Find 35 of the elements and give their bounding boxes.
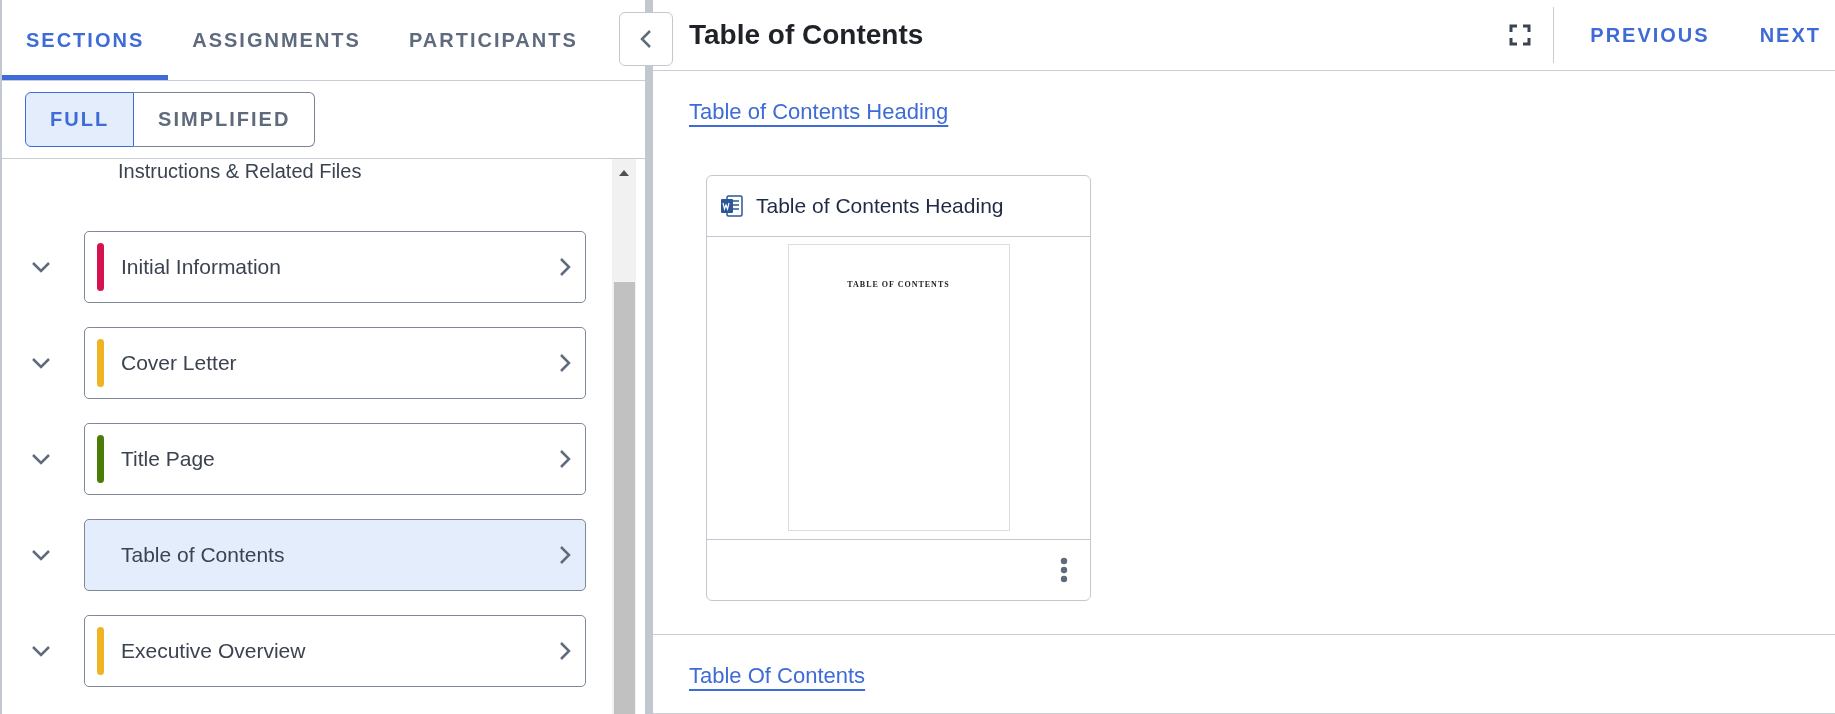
- section-item[interactable]: Title Page: [84, 423, 586, 495]
- chevron-down-icon[interactable]: [30, 260, 52, 274]
- chevron-right-icon: [559, 257, 571, 277]
- word-document-icon: [720, 194, 744, 218]
- file-name: Table of Contents Heading: [756, 194, 1004, 218]
- section-link[interactable]: Table of Contents Heading: [689, 99, 949, 125]
- scroll-up-icon[interactable]: [618, 169, 630, 177]
- more-options-icon[interactable]: [1060, 557, 1068, 583]
- chevron-right-icon: [559, 449, 571, 469]
- tab[interactable]: PARTICIPANTS: [384, 0, 602, 80]
- file-card[interactable]: Table of Contents Heading TABLE OF CONTENTS: [706, 175, 1091, 601]
- view-toggle-button[interactable]: FULL: [25, 92, 135, 147]
- chevron-down-icon[interactable]: [30, 548, 52, 562]
- chevron-down-icon[interactable]: [30, 452, 52, 466]
- next-button[interactable]: NEXT: [1723, 23, 1835, 47]
- section-link[interactable]: Table Of Contents: [689, 663, 866, 689]
- view-toggle-button[interactable]: SIMPLIFIED: [134, 92, 316, 147]
- chevron-right-icon: [559, 641, 571, 661]
- section-item[interactable]: Cover Letter: [84, 327, 586, 399]
- section-item[interactable]: Executive Overview: [84, 615, 586, 687]
- previous-button[interactable]: PREVIOUS: [1554, 23, 1724, 47]
- scrollbar-thumb[interactable]: [613, 282, 635, 714]
- chevron-left-icon: [640, 29, 652, 49]
- section-group-title: Instructions & Related Files: [118, 159, 363, 183]
- chevron-down-icon[interactable]: [30, 644, 52, 658]
- page-title: Table of Contents: [689, 19, 925, 51]
- section-item[interactable]: Table of Contents: [84, 519, 586, 591]
- chevron-down-icon[interactable]: [30, 356, 52, 370]
- tab[interactable]: ASSIGNMENTS: [168, 0, 385, 80]
- section-item[interactable]: Initial Information: [84, 231, 586, 303]
- scrollbar[interactable]: [612, 159, 636, 714]
- tab[interactable]: SECTIONS: [2, 0, 169, 80]
- chevron-right-icon: [559, 545, 571, 565]
- preview-heading: TABLE OF CONTENTS: [847, 280, 950, 291]
- chevron-right-icon: [559, 353, 571, 373]
